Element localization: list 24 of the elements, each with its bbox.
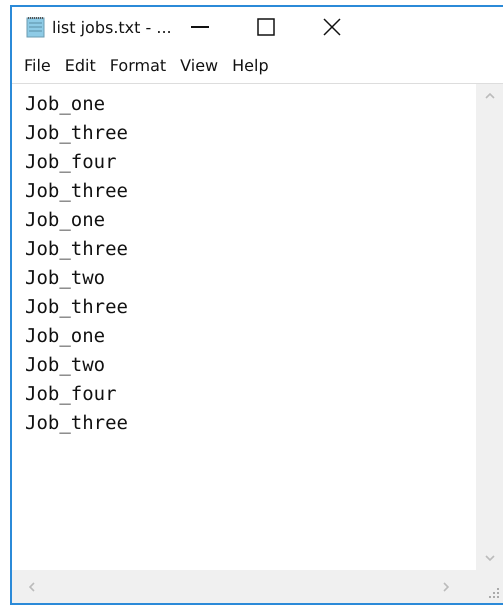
menu-item[interactable]: File [20,56,61,74]
text-line: Job_one [25,208,106,233]
text-line: Job_four [25,382,117,407]
resize-grip-icon[interactable] [488,587,500,599]
vertical-scrollbar[interactable] [476,84,503,570]
text-line: Job_two [25,353,106,378]
text-line: Job_three [25,411,128,436]
text-line: Job_three [25,121,128,146]
text-line: Job_one [25,324,106,349]
text-line: Job_two [25,266,106,291]
text-line: Job_three [25,237,128,262]
minimize-icon [191,26,209,28]
maximize-icon [257,18,275,36]
notepad-icon [26,16,46,38]
text-line: Job_one [25,92,106,117]
text-line: Job_four [25,150,117,175]
text-line: Job_three [25,179,128,204]
menu-item[interactable]: Help [228,56,279,74]
close-icon [323,18,341,36]
menu-item[interactable]: Format [106,56,176,74]
text-line: Job_three [25,295,128,320]
horizontal-scrollbar[interactable] [12,570,476,603]
menu-item[interactable]: Edit [60,56,106,74]
menu-item[interactable]: View [176,56,228,74]
